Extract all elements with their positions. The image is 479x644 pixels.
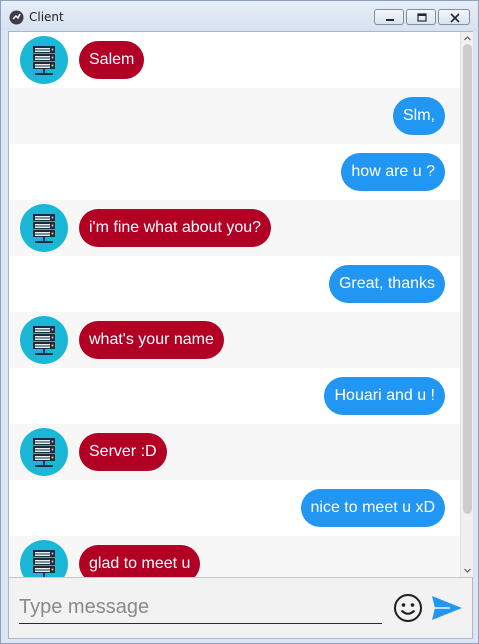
message-row: nice to meet u xD: [9, 480, 460, 536]
server-icon: [33, 438, 55, 467]
message-composer: [9, 577, 472, 638]
message-row: Salem: [9, 32, 460, 88]
avatar: [20, 540, 68, 577]
server-icon: [33, 326, 55, 355]
outgoing-message: nice to meet u xD: [300, 489, 445, 527]
message-row: Server :D: [9, 424, 460, 480]
avatar: [20, 316, 68, 364]
outgoing-message: Houari and u !: [324, 377, 445, 415]
incoming-message: Server :D: [79, 433, 167, 471]
incoming-message: glad to meet u: [79, 545, 201, 577]
client-window: Client Salem Slm, how are u ? i'm fine w…: [0, 0, 479, 644]
maximize-button[interactable]: [406, 9, 436, 25]
server-icon: [33, 214, 55, 243]
outgoing-message: Great, thanks: [328, 265, 445, 303]
send-icon[interactable]: [430, 593, 464, 623]
message-row: what's your name: [9, 312, 460, 368]
window-title: Client: [29, 10, 64, 24]
outgoing-message: how are u ?: [341, 153, 445, 191]
message-input[interactable]: [19, 592, 382, 624]
window-controls: [374, 9, 470, 25]
minimize-icon: [386, 19, 394, 21]
avatar: [20, 428, 68, 476]
message-row: glad to meet u: [9, 536, 460, 577]
outgoing-message: Slm,: [393, 97, 445, 135]
close-button[interactable]: [438, 9, 470, 25]
server-icon: [33, 550, 55, 577]
vertical-scrollbar[interactable]: [460, 32, 473, 577]
scroll-up-icon[interactable]: [463, 34, 472, 43]
avatar: [20, 36, 68, 84]
incoming-message: what's your name: [79, 321, 224, 359]
smiley-icon[interactable]: [392, 592, 424, 624]
server-icon: [33, 46, 55, 75]
message-row: Great, thanks: [9, 256, 460, 312]
message-row: i'm fine what about you?: [9, 200, 460, 256]
incoming-message: Salem: [79, 41, 145, 79]
minimize-button[interactable]: [374, 9, 404, 25]
avatar: [20, 204, 68, 252]
chat-messages[interactable]: Salem Slm, how are u ? i'm fine what abo…: [9, 32, 460, 577]
scroll-down-icon[interactable]: [463, 566, 472, 575]
title-bar[interactable]: Client: [1, 1, 478, 31]
app-icon: [9, 10, 24, 25]
close-icon: [450, 13, 460, 23]
message-row: Houari and u !: [9, 368, 460, 424]
incoming-message: i'm fine what about you?: [79, 209, 272, 247]
maximize-icon: [417, 13, 427, 22]
message-row: Slm,: [9, 88, 460, 144]
message-row: how are u ?: [9, 144, 460, 200]
scrollbar-thumb[interactable]: [463, 44, 472, 514]
client-area: Salem Slm, how are u ? i'm fine what abo…: [8, 31, 473, 639]
